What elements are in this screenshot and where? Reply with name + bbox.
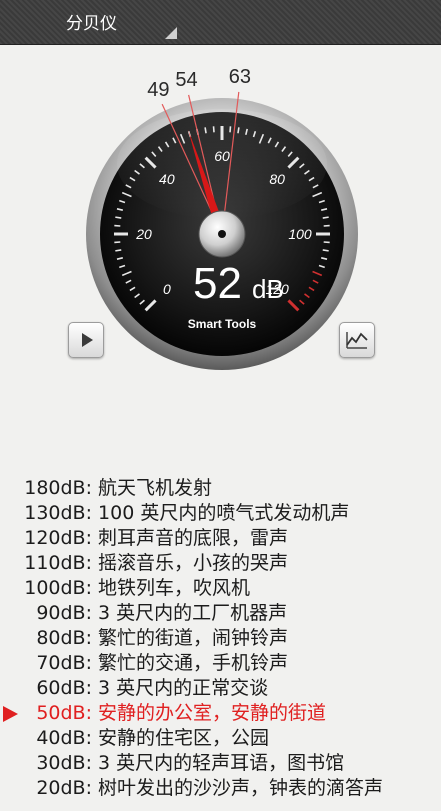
minor-tick	[204, 127, 207, 134]
peak-marker-label: 54	[175, 69, 197, 91]
minor-tick	[237, 127, 240, 134]
scale-label: 0	[163, 281, 171, 297]
app-title: 分贝仪	[66, 14, 117, 34]
reference-level: 70dB:	[36, 652, 92, 674]
minor-tick	[115, 216, 122, 219]
reference-description: 繁忙的街道，闹钟铃声	[98, 627, 289, 649]
reference-description: 100 英尺内的喷气式发动机声	[98, 502, 350, 524]
decibel-reference-list: 180dB: 航天飞机发射 130dB: 100 英尺内的喷气式发动机声 120dB…	[0, 476, 441, 801]
reference-description: 地铁列车，吹风机	[98, 577, 251, 599]
reference-item: 100dB: 地铁列车，吹风机	[0, 576, 441, 601]
line-chart-icon	[346, 332, 368, 349]
reference-level: 30dB:	[36, 752, 92, 774]
reference-description: 摇滚音乐，小孩的哭声	[98, 552, 289, 574]
reference-level: 130dB:	[24, 502, 92, 524]
reference-level: 40dB:	[36, 727, 92, 749]
reference-item: 90dB: 3 英尺内的工厂机器声	[0, 601, 441, 626]
reference-level: 180dB:	[24, 477, 92, 499]
reference-description: 繁忙的交通，手机铃声	[98, 652, 289, 674]
reference-level: 90dB:	[36, 602, 92, 624]
reference-description: 3 英尺内的工厂机器声	[98, 602, 288, 624]
reference-item: 60dB: 3 英尺内的正常交谈	[0, 676, 441, 701]
reference-item: 120dB: 刺耳声音的底限，雷声	[0, 526, 441, 551]
peak-marker-label: 49	[147, 79, 169, 101]
reference-item: 110dB: 摇滚音乐，小孩的哭声	[0, 551, 441, 576]
db-unit: dB	[252, 274, 284, 304]
db-reading: 52	[193, 259, 242, 308]
play-button[interactable]	[68, 322, 104, 358]
reference-item: 70dB: 繁忙的交通，手机铃声	[0, 651, 441, 676]
reference-level: 120dB:	[24, 527, 92, 549]
reference-description: 刺耳声音的底限，雷声	[98, 527, 289, 549]
reference-item: 80dB: 繁忙的街道，闹钟铃声	[0, 626, 441, 651]
reference-description: 安静的住宅区，公园	[98, 727, 270, 749]
peak-marker-labels: 49 54 63	[147, 66, 251, 101]
scale-label: 80	[269, 171, 285, 187]
needle-pivot	[218, 230, 226, 238]
current-level-arrow-icon	[3, 706, 18, 722]
reference-description: 树叶发出的沙沙声，钟表的滴答声	[98, 777, 384, 799]
reference-item: 30dB: 3 英尺内的轻声耳语，图书馆	[0, 751, 441, 776]
reference-description: 3 英尺内的正常交谈	[98, 677, 269, 699]
reference-item: 130dB: 100 英尺内的喷气式发动机声	[0, 501, 441, 526]
reference-level: 20dB:	[36, 777, 92, 799]
reference-description: 安静的办公室，安静的街道	[98, 702, 327, 724]
reference-item: 40dB: 安静的住宅区，公园	[0, 726, 441, 751]
scale-label: 20	[135, 226, 152, 242]
minor-tick	[322, 249, 329, 252]
reference-item: 50dB: 安静的办公室，安静的街道	[0, 701, 441, 726]
play-icon	[82, 333, 93, 347]
scale-label: 40	[159, 171, 175, 187]
peak-marker-label: 63	[229, 66, 251, 88]
reference-description: 3 英尺内的轻声耳语，图书馆	[98, 752, 345, 774]
chart-button[interactable]	[339, 322, 375, 358]
reference-item: 20dB: 树叶发出的沙沙声，钟表的滴答声	[0, 776, 441, 801]
scale-label: 100	[288, 226, 312, 242]
gauge-glare	[117, 109, 327, 219]
brand-label: Smart Tools	[188, 317, 257, 331]
reference-level: 60dB:	[36, 677, 92, 699]
reference-level: 110dB:	[24, 552, 92, 574]
reference-item: 180dB: 航天飞机发射	[0, 476, 441, 501]
minor-tick	[322, 216, 329, 219]
reference-level: 80dB:	[36, 627, 92, 649]
scale-label: 60	[214, 148, 230, 164]
reference-description: 航天飞机发射	[98, 477, 213, 499]
minor-tick	[115, 249, 122, 252]
title-bar: 分贝仪	[0, 0, 441, 45]
reference-level: 100dB:	[24, 577, 92, 599]
overflow-menu-icon[interactable]	[165, 27, 177, 39]
